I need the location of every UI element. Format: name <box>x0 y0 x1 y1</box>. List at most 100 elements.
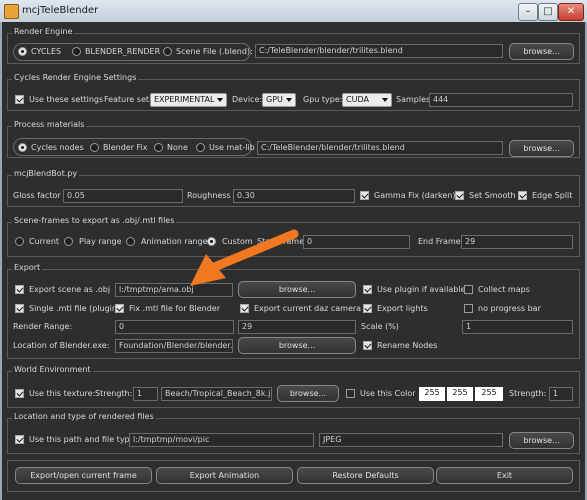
chevron-down-icon <box>382 98 388 102</box>
window-title: mcjTeleBlender <box>22 5 99 16</box>
edge-split-checkbox[interactable] <box>518 191 527 200</box>
use-texture-label: Use this texture: <box>29 389 96 398</box>
color-green-input[interactable]: 255 <box>447 387 473 401</box>
scene-file-browse-button[interactable]: browse... <box>509 43 574 60</box>
feature-set-select[interactable]: EXPERIMENTAL <box>150 93 227 107</box>
gamma-fix-checkbox[interactable] <box>360 191 369 200</box>
export-title: Export <box>12 263 43 272</box>
radio-animation-range[interactable] <box>126 237 135 246</box>
fix-mtl-label: Fix .mtl file for Blender <box>129 304 221 313</box>
strength-input[interactable]: 1 <box>133 387 158 401</box>
use-color-checkbox[interactable] <box>346 389 355 398</box>
device-label: Device: <box>232 95 263 104</box>
samples-label: Samples <box>396 95 431 104</box>
chevron-down-icon <box>286 98 292 102</box>
color-red-input[interactable]: 255 <box>419 387 445 401</box>
blender-exe-label: Location of Blender.exe: <box>13 341 110 350</box>
output-path-input[interactable]: l:/tmptmp/movi/pic <box>129 433 314 447</box>
radio-play-range-label: Play range <box>79 237 122 246</box>
scene-file-path-input[interactable]: C:/TeleBlender/blender/trilites.blend <box>255 44 503 58</box>
gpu-type-select[interactable]: CUDA <box>342 93 392 107</box>
use-texture-checkbox[interactable] <box>15 389 24 398</box>
annotation-arrow-head <box>190 254 226 286</box>
restore-defaults-button[interactable]: Restore Defaults <box>297 467 434 484</box>
single-mtl-label: Single .mtl file (plugin) <box>29 304 121 313</box>
no-progress-checkbox[interactable] <box>464 304 473 313</box>
export-camera-checkbox[interactable] <box>240 304 249 313</box>
use-plugin-checkbox[interactable] <box>363 285 372 294</box>
radio-cycles-label: CYCLES <box>31 47 62 56</box>
export-camera-label: Export current daz camera <box>254 304 362 313</box>
matlib-browse-button[interactable]: browse... <box>509 140 574 157</box>
output-browse-button[interactable]: browse... <box>509 432 574 449</box>
app-icon <box>4 4 19 19</box>
world-environment-title: World Environment <box>12 365 93 374</box>
gloss-factor-input[interactable]: 0.05 <box>63 189 183 203</box>
use-these-settings-checkbox[interactable] <box>15 95 24 104</box>
export-lights-checkbox[interactable] <box>363 304 372 313</box>
rename-nodes-checkbox[interactable] <box>363 341 372 350</box>
blender-exe-input[interactable]: Foundation/Blender/blender.exe <box>115 339 233 353</box>
color-blue-input[interactable]: 255 <box>475 387 503 401</box>
gpu-type-label: Gpu type: <box>303 95 343 104</box>
radio-use-mat-lib[interactable] <box>196 143 205 152</box>
collect-maps-label: Collect maps <box>478 285 530 294</box>
export-animation-button[interactable]: Export Animation <box>156 467 293 484</box>
render-engine-title: Render Engine <box>12 27 75 36</box>
gpu-type-value: CUDA <box>346 95 369 104</box>
render-range-start-input[interactable]: 0 <box>115 320 234 334</box>
radio-scene-file[interactable] <box>163 47 172 56</box>
radio-cycles-nodes-label: Cycles nodes <box>31 143 84 152</box>
samples-input[interactable]: 444 <box>429 93 573 107</box>
set-smooth-checkbox[interactable] <box>455 191 464 200</box>
use-path-checkbox[interactable] <box>15 435 24 444</box>
blender-exe-browse-button[interactable]: browse... <box>238 337 356 354</box>
gloss-factor-label: Gloss factor <box>13 191 61 200</box>
feature-set-label: Feature set: <box>104 95 152 104</box>
scale-input[interactable]: 1 <box>462 320 573 334</box>
single-mtl-checkbox[interactable] <box>15 304 24 313</box>
radio-cycles[interactable] <box>18 47 27 56</box>
export-obj-label: Export scene as .obj <box>29 285 111 294</box>
roughness-label: Roughness <box>187 191 231 200</box>
radio-play-range[interactable] <box>64 237 73 246</box>
minimize-button[interactable]: – <box>518 3 538 21</box>
strength2-label: Strength: <box>509 389 547 398</box>
radio-current[interactable] <box>15 237 24 246</box>
use-these-settings-label: Use these settings <box>29 95 104 104</box>
texture-path-input[interactable]: Beach/Tropical_Beach_8k.jpg <box>161 387 272 401</box>
radio-blender-fix-label: Blender Fix <box>103 143 148 152</box>
roughness-input[interactable]: 0.30 <box>233 189 355 203</box>
end-frame-input[interactable]: 29 <box>461 235 573 249</box>
radio-use-mat-lib-label: Use mat-lib <box>209 143 255 152</box>
start-frame-input[interactable]: 0 <box>303 235 410 249</box>
radio-cycles-nodes[interactable] <box>18 143 27 152</box>
annotation-arrow-icon <box>190 229 299 286</box>
scale-label: Scale (%) <box>361 322 399 331</box>
strength-label: Strength: <box>95 389 133 398</box>
strength2-input[interactable]: 1 <box>549 387 573 401</box>
fix-mtl-checkbox[interactable] <box>115 304 124 313</box>
device-value: GPU <box>266 95 283 104</box>
use-plugin-label: Use plugin if available <box>377 285 466 294</box>
render-range-end-input[interactable]: 29 <box>238 320 356 334</box>
file-type-input[interactable]: JPEG <box>319 433 503 447</box>
close-button[interactable]: ✕ <box>558 3 584 21</box>
radio-blender-fix[interactable] <box>90 143 99 152</box>
matlib-path-input[interactable]: C:/TeleBlender/blender/trilites.blend <box>257 141 503 155</box>
maximize-button[interactable]: □ <box>538 3 558 21</box>
texture-browse-button[interactable]: browse... <box>277 385 339 402</box>
radio-blender-render[interactable] <box>72 47 81 56</box>
collect-maps-checkbox[interactable] <box>464 285 473 294</box>
set-smooth-label: Set Smooth <box>469 191 516 200</box>
radio-current-label: Current <box>29 237 60 246</box>
export-open-frame-button[interactable]: Export/open current frame <box>15 467 152 484</box>
export-obj-checkbox[interactable] <box>15 285 24 294</box>
device-select[interactable]: GPU <box>262 93 296 107</box>
feature-set-value: EXPERIMENTAL <box>154 95 215 104</box>
radio-none[interactable] <box>154 143 163 152</box>
process-materials-title: Process materials <box>12 120 87 129</box>
radio-none-label: None <box>167 143 188 152</box>
end-frame-label: End Frame <box>418 237 461 246</box>
exit-button[interactable]: Exit <box>436 467 573 484</box>
